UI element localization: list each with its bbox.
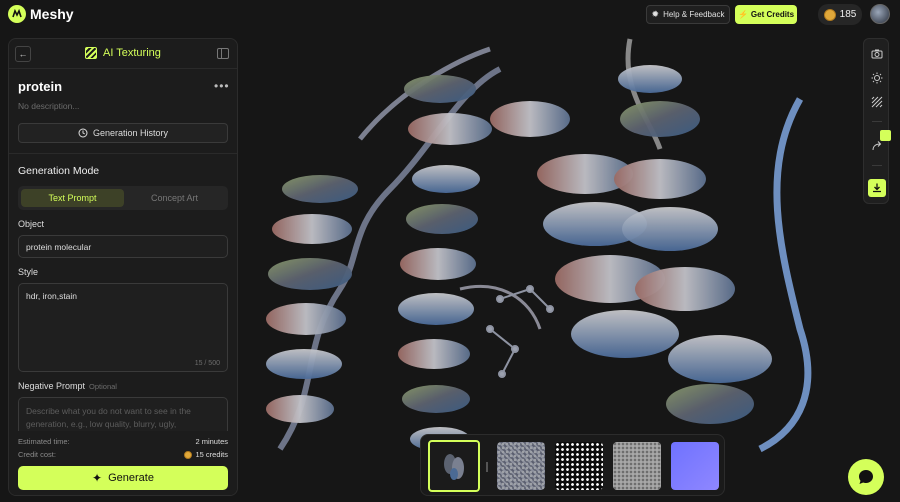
estimated-time-value: 2 minutes [195, 437, 228, 446]
share-icon [872, 141, 882, 151]
texturing-panel: ← AI Texturing protein ••• No descriptio… [8, 38, 238, 496]
style-char-counter: 15 / 500 [194, 360, 220, 367]
coin-icon [823, 8, 836, 21]
logo-text: Meshy [30, 6, 74, 22]
generation-history-button[interactable]: Generation History [18, 123, 228, 143]
help-feedback-label: Help & Feedback [663, 10, 725, 19]
generation-mode-title: Generation Mode [18, 165, 100, 177]
thumbnail-roughness-map[interactable] [613, 442, 661, 490]
model-preview-icon [444, 454, 464, 480]
thumbnail-base-color-map[interactable] [497, 442, 545, 490]
tab-concept-art[interactable]: Concept Art [124, 189, 225, 207]
credit-balance-value: 185 [839, 9, 857, 20]
texture-map-strip [420, 434, 725, 496]
gift-icon[interactable] [880, 130, 891, 141]
collapse-panel-icon[interactable] [217, 48, 229, 59]
object-input[interactable]: protein molecular [18, 235, 228, 258]
get-credits-label: Get Credits [750, 10, 795, 19]
help-feedback-button[interactable]: ✹ Help & Feedback [646, 5, 730, 24]
estimated-time-label: Estimated time: [18, 437, 70, 446]
lighting-button[interactable] [868, 69, 886, 87]
panel-title-label: AI Texturing [103, 47, 161, 59]
style-value: hdr, iron,stain [26, 291, 78, 301]
mode-tabs: Text Prompt Concept Art [18, 186, 228, 210]
top-bar: Meshy ✹ Help & Feedback ⚡ Get Credits 18… [0, 0, 900, 29]
screenshot-button[interactable] [868, 45, 886, 63]
toolbar-divider [872, 165, 882, 166]
negative-prompt-label-text: Negative Prompt [18, 381, 86, 391]
style-label: Style [18, 267, 39, 277]
download-button[interactable] [868, 179, 886, 197]
view-toolbar [863, 38, 889, 204]
chat-icon [859, 470, 873, 484]
arrow-left-icon: ← [18, 49, 28, 59]
optional-tag: Optional [89, 382, 117, 391]
object-label: Object [18, 219, 45, 229]
generation-history-label: Generation History [92, 128, 169, 138]
thumbnail-metallic-map[interactable] [555, 442, 603, 490]
thumbnail-normal-map[interactable] [671, 442, 719, 490]
download-icon [873, 183, 881, 193]
panel-footer: Estimated time: 2 minutes Credit cost: 1… [9, 431, 237, 495]
model-viewport[interactable] [240, 29, 860, 502]
sparkles-icon: ✦ [92, 471, 103, 485]
history-icon [78, 128, 88, 138]
divider [9, 153, 237, 154]
camera-icon [871, 49, 883, 59]
thumbnail-model-preview[interactable] [428, 440, 480, 492]
more-options-icon[interactable]: ••• [214, 79, 230, 93]
light-icon [871, 72, 883, 84]
meshy-logo-icon [8, 5, 26, 23]
negative-prompt-label: Negative Prompt Optional [18, 381, 117, 391]
bolt-icon: ⚡ [737, 10, 748, 19]
task-description[interactable]: No description... [18, 101, 79, 111]
toolbar-divider [872, 121, 882, 122]
user-avatar[interactable] [870, 4, 890, 24]
texture-stripes-icon [85, 47, 97, 59]
chat-support-button[interactable] [848, 459, 884, 495]
texture-view-button[interactable] [868, 93, 886, 111]
credit-cost: 15 credits [184, 450, 228, 459]
coin-icon [184, 450, 193, 459]
logo[interactable]: Meshy [8, 5, 74, 23]
generate-button[interactable]: ✦ Generate [18, 466, 228, 490]
credit-cost-row: Credit cost: 15 credits [18, 450, 228, 459]
negative-prompt-placeholder: Describe what you do not want to see in … [26, 406, 191, 429]
estimated-time-row: Estimated time: 2 minutes [18, 437, 228, 446]
panel-title: AI Texturing [85, 47, 161, 59]
generate-label: Generate [108, 472, 154, 484]
credit-cost-label: Credit cost: [18, 450, 56, 459]
back-button[interactable]: ← [15, 46, 31, 62]
tab-text-prompt[interactable]: Text Prompt [21, 189, 124, 207]
credit-cost-value: 15 credits [195, 450, 228, 459]
protein-model [266, 38, 812, 453]
sparkle-icon: ✹ [651, 9, 660, 19]
style-textarea[interactable]: hdr, iron,stain 15 / 500 [18, 283, 228, 372]
get-credits-button[interactable]: ⚡ Get Credits [735, 5, 797, 24]
thumbnail-divider [486, 462, 488, 472]
panel-header: ← AI Texturing [9, 39, 237, 69]
task-name[interactable]: protein [18, 79, 62, 94]
texture-icon [871, 96, 883, 108]
credit-balance[interactable]: 185 [818, 4, 862, 25]
